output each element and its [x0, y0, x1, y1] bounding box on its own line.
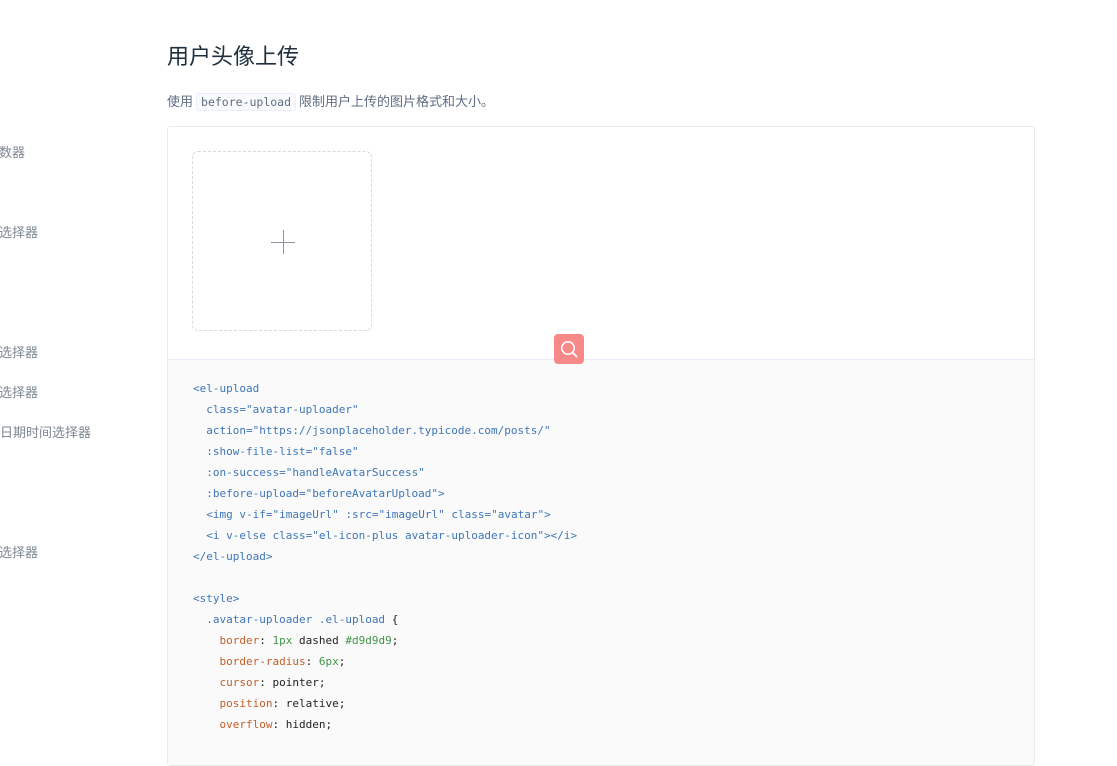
code-token: :on-success= [206, 466, 286, 479]
page-description: 使用 before-upload 限制用户上传的图片格式和大小。 [167, 92, 494, 113]
code-token: :src= [345, 508, 379, 521]
code-line: overflow: hidden; [219, 718, 333, 731]
code-token: "avatar-uploader" [246, 403, 359, 416]
code-token: border [219, 634, 260, 647]
code-panel: <el-upload class="avatar-uploader" actio… [168, 359, 1034, 765]
code-token: v-else [226, 529, 266, 542]
code-token: position [219, 697, 273, 710]
code-token: ></i> [544, 529, 578, 542]
code-token: v-if= [239, 508, 273, 521]
code-line: action="https://jsonplaceholder.typicode… [193, 420, 577, 441]
code-token: class= [451, 508, 492, 521]
desc-code: before-upload [196, 93, 297, 111]
plus-icon [271, 230, 295, 254]
code-line: border-radius: 6px; [219, 655, 346, 668]
code-token: "https://jsonplaceholder.typicode.com/po… [252, 424, 551, 437]
code-token: "imageUrl" [272, 508, 339, 521]
code-token: #d9d9d9 [345, 634, 392, 647]
code-line: cursor: pointer; [219, 676, 326, 689]
sidebar-item-date-picker-2[interactable]: 期选择器 [0, 386, 38, 402]
code-token: "handleAvatarSuccess" [285, 466, 425, 479]
code-token: cursor [219, 676, 260, 689]
code-token: </el-upload> [193, 550, 273, 563]
page-title: 用户头像上传 [167, 45, 300, 70]
code-token: dashed [299, 634, 339, 647]
code-line: :before-upload="beforeAvatarUpload"> [193, 483, 577, 504]
code-token: border-radius [219, 655, 306, 668]
code-token: overflow [219, 718, 273, 731]
search-icon [561, 341, 578, 358]
sidebar-item-date-picker[interactable]: 期选择器 [0, 346, 38, 362]
code-line: </el-upload> [193, 546, 577, 567]
code-line: <style> [193, 588, 577, 609]
code-token: <style> [193, 592, 240, 605]
code-line: class="avatar-uploader" [193, 399, 577, 420]
sidebar-nav: 框 计数器 间选择器 期选择器 期选择器 日期时间选择器 色选择器 [0, 0, 140, 734]
code-token: :before-upload= [206, 487, 306, 500]
code-token: "beforeAvatarUpload" [305, 487, 439, 500]
code-token: :show-file-list= [206, 445, 313, 458]
avatar-uploader[interactable] [192, 151, 372, 331]
code-token: 6px [318, 655, 339, 668]
code-token: hidden; [285, 718, 333, 731]
sidebar-item-datetime-picker[interactable]: 日期时间选择器 [0, 426, 91, 442]
code-line: border: 1px dashed #d9d9d9; [219, 634, 399, 647]
code-token: class= [206, 403, 246, 416]
code-line: <img v-if="imageUrl" :src="imageUrl" cla… [193, 504, 577, 525]
sidebar-item-color-picker[interactable]: 色选择器 [0, 546, 38, 562]
code-token: pointer; [272, 676, 326, 689]
code-token: <i [206, 529, 220, 542]
desc-text-after: 限制用户上传的图片格式和大小。 [299, 95, 495, 110]
code-token: relative; [285, 697, 346, 710]
code-token: <img [206, 508, 233, 521]
demo-block: <el-upload class="avatar-uploader" actio… [167, 126, 1035, 766]
code-token: "false" [312, 445, 359, 458]
code-line: <el-upload [193, 378, 577, 399]
code-token: class= [272, 529, 313, 542]
code-line: :show-file-list="false" [193, 441, 577, 462]
code-line: position: relative; [219, 697, 346, 710]
code-token: { [391, 613, 399, 626]
sidebar-item-time-picker[interactable]: 间选择器 [0, 226, 38, 242]
code-line: :on-success="handleAvatarSuccess" [193, 462, 577, 483]
sidebar-item-input-number[interactable]: 计数器 [0, 146, 25, 162]
code-token: "el-icon-plus avatar-uploader-icon" [312, 529, 545, 542]
code-line: .avatar-uploader .el-upload { [193, 609, 577, 630]
code-token: .avatar-uploader .el-upload [206, 613, 386, 626]
code-token: "imageUrl" [378, 508, 445, 521]
code-token: 1px [272, 634, 293, 647]
code-token: action= [206, 424, 253, 437]
desc-text-before: 使用 [167, 95, 194, 110]
code-block: <el-upload class="avatar-uploader" actio… [193, 378, 577, 735]
code-token: > [438, 487, 445, 500]
code-line: <i v-else class="el-icon-plus avatar-upl… [193, 525, 577, 546]
zoom-button[interactable] [554, 334, 584, 364]
code-token: > [544, 508, 551, 521]
demo-source [168, 127, 1034, 359]
code-token: "avatar" [491, 508, 545, 521]
code-token: <el-upload [193, 382, 260, 395]
